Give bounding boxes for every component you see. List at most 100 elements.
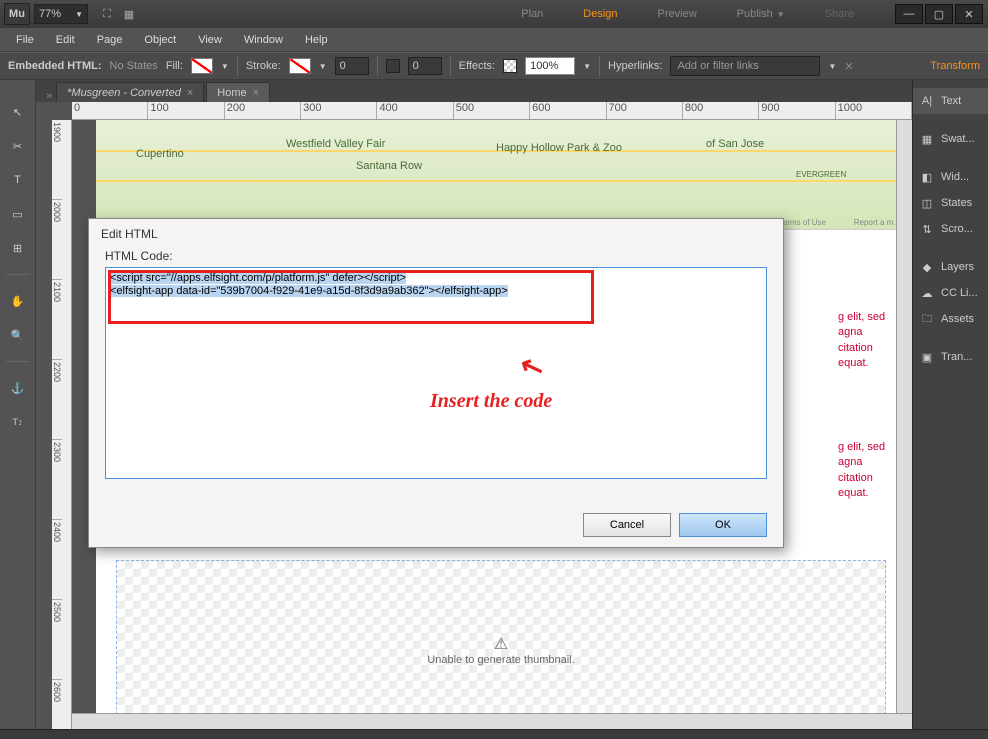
- clear-icon[interactable]: ✕: [844, 60, 853, 73]
- stroke-width-input[interactable]: 0: [335, 57, 369, 75]
- tab-nav-icon[interactable]: »: [42, 90, 56, 102]
- chevron-down-icon: ▼: [75, 10, 83, 19]
- close-icon[interactable]: ×: [187, 87, 193, 99]
- placeholder-message: Unable to generate thumbnail.: [427, 654, 574, 666]
- map-report-link[interactable]: Report a m...: [854, 218, 900, 227]
- doc-tab-home[interactable]: Home ×: [206, 82, 270, 102]
- states-icon: ◫: [919, 197, 935, 210]
- right-panel: A|Text ▦Swat... ◧Wid... ◫States ⇅Scro...…: [912, 80, 988, 729]
- horizontal-ruler: 0100 200300 400500 600700 800900 1000: [72, 102, 912, 120]
- doc-tab-musgreen[interactable]: *Musgreen - Converted ×: [56, 82, 204, 102]
- chevron-down-icon: ▼: [777, 10, 785, 19]
- stroke-label: Stroke:: [246, 60, 281, 72]
- chevron-down-icon[interactable]: ▼: [583, 62, 591, 71]
- panel-scroll[interactable]: ⇅Scro...: [913, 216, 988, 242]
- horizontal-scrollbar[interactable]: [72, 713, 912, 729]
- panel-assets[interactable]: 🗀Assets: [913, 306, 988, 332]
- panel-layers[interactable]: ◆Layers: [913, 254, 988, 280]
- scroll-icon: ⇅: [919, 223, 935, 236]
- menu-object[interactable]: Object: [134, 30, 186, 50]
- panel-swatches[interactable]: ▦Swat...: [913, 126, 988, 152]
- anchor-tool[interactable]: ⚓: [6, 376, 30, 400]
- tab-preview[interactable]: Preview: [638, 0, 717, 28]
- annotation-text: Insert the code: [430, 390, 552, 413]
- crop-tool[interactable]: ✂: [6, 134, 30, 158]
- document-tabs: » *Musgreen - Converted × Home ×: [36, 80, 912, 102]
- panel-transform[interactable]: ▣Tran...: [913, 344, 988, 370]
- chevron-down-icon[interactable]: ▼: [828, 62, 836, 71]
- maximize-button[interactable]: ▢: [925, 4, 953, 24]
- text-block: g elit, sedagna citationequat.: [838, 310, 898, 372]
- hyperlinks-label: Hyperlinks:: [608, 60, 662, 72]
- text-icon: A|: [919, 95, 935, 107]
- hyperlinks-input[interactable]: Add or filter links: [670, 56, 820, 76]
- menu-window[interactable]: Window: [234, 30, 293, 50]
- opacity-input[interactable]: 100%: [525, 57, 575, 75]
- hand-tool[interactable]: ✋: [6, 289, 30, 313]
- menu-page[interactable]: Page: [87, 30, 133, 50]
- zoom-dropdown[interactable]: 77% ▼: [34, 4, 88, 24]
- warning-icon: ⚠: [494, 634, 508, 654]
- control-bar: Embedded HTML: No States Fill: ▼ Stroke:…: [0, 52, 988, 80]
- text-format-tool[interactable]: T↕: [6, 410, 30, 434]
- app-logo: Mu: [4, 3, 30, 25]
- stroke-swatch[interactable]: [289, 58, 311, 74]
- menu-file[interactable]: File: [6, 30, 44, 50]
- menu-help[interactable]: Help: [295, 30, 338, 50]
- swatches-icon: ▦: [919, 133, 935, 146]
- tab-publish[interactable]: Publish ▼: [717, 0, 805, 28]
- assets-icon: 🗀: [919, 310, 935, 329]
- vertical-ruler: 19002000 21002200 23002400 25002600: [52, 120, 72, 729]
- close-button[interactable]: ✕: [955, 4, 983, 24]
- status-bar: [0, 729, 988, 739]
- toolbox: ↖ ✂ T ▭ ⊞ ✋ 🔍 ⚓ T↕: [0, 80, 36, 729]
- html-widget-placeholder[interactable]: ⚠ Unable to generate thumbnail.: [116, 560, 886, 729]
- corner-option[interactable]: [386, 59, 400, 73]
- map-widget: Cupertino Westfield Valley Fair Santana …: [96, 120, 906, 230]
- map-terms-link[interactable]: Terms of Use: [779, 218, 826, 227]
- panel-widgets[interactable]: ◧Wid...: [913, 164, 988, 190]
- menu-icon[interactable]: ▦: [118, 4, 140, 24]
- menu-edit[interactable]: Edit: [46, 30, 85, 50]
- fill-label: Fill:: [166, 60, 183, 72]
- transform-link[interactable]: Transform: [930, 60, 980, 72]
- chevron-down-icon[interactable]: ▼: [221, 62, 229, 71]
- edit-html-dialog: Edit HTML HTML Code: <script src="//apps…: [88, 218, 784, 548]
- chevron-down-icon[interactable]: ▼: [319, 62, 327, 71]
- html-code-textarea[interactable]: <script src="//apps.elfsight.com/p/platf…: [105, 267, 767, 479]
- tab-design[interactable]: Design: [563, 0, 637, 28]
- rectangle-tool[interactable]: ▭: [6, 202, 30, 226]
- cc-icon: ☁: [919, 287, 935, 300]
- frame-tool[interactable]: ⊞: [6, 236, 30, 260]
- states-dropdown[interactable]: No States: [110, 60, 158, 72]
- tab-plan[interactable]: Plan: [501, 0, 563, 28]
- fill-swatch[interactable]: [191, 58, 213, 74]
- layers-icon: ◆: [919, 261, 935, 274]
- transform-icon: ▣: [919, 351, 935, 364]
- tab-share[interactable]: Share: [805, 0, 874, 28]
- text-block: g elit, sedagna citationequat.: [838, 440, 898, 502]
- menu-bar: File Edit Page Object View Window Help: [0, 28, 988, 52]
- panel-cclib[interactable]: ☁CC Li...: [913, 280, 988, 306]
- minimize-button[interactable]: —: [895, 4, 923, 24]
- panel-states[interactable]: ◫States: [913, 190, 988, 216]
- annotation-frame: [108, 270, 594, 324]
- widgets-icon: ◧: [919, 171, 935, 184]
- panel-text[interactable]: A|Text: [913, 88, 988, 114]
- zoom-tool[interactable]: 🔍: [6, 323, 30, 347]
- selection-tool[interactable]: ↖: [6, 100, 30, 124]
- corner-input[interactable]: 0: [408, 57, 442, 75]
- expand-icon[interactable]: ⛶: [96, 4, 118, 24]
- title-bar: Mu 77% ▼ ⛶ ▦ Plan Design Preview Publish…: [0, 0, 988, 28]
- close-icon[interactable]: ×: [253, 87, 259, 99]
- menu-view[interactable]: View: [188, 30, 232, 50]
- vertical-scrollbar[interactable]: [896, 120, 912, 713]
- cancel-button[interactable]: Cancel: [583, 513, 671, 537]
- text-tool[interactable]: T: [6, 168, 30, 192]
- html-code-label: HTML Code:: [89, 249, 783, 267]
- effects-swatch[interactable]: [503, 59, 517, 73]
- dialog-title: Edit HTML: [89, 219, 783, 249]
- zoom-value: 77%: [39, 8, 61, 20]
- effects-label: Effects:: [459, 60, 495, 72]
- ok-button[interactable]: OK: [679, 513, 767, 537]
